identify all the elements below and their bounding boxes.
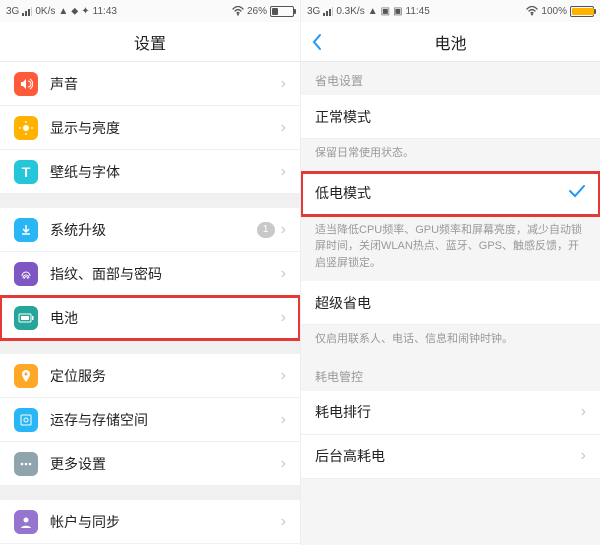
wifi-icon	[526, 6, 538, 16]
mode-normal-label: 正常模式	[315, 107, 586, 127]
chevron-right-icon: ›	[281, 309, 286, 327]
chevron-right-icon: ›	[281, 119, 286, 137]
settings-row-label: 帐户与同步	[50, 512, 281, 532]
row-usage-rank-label: 耗电排行	[315, 402, 581, 422]
settings-row-9[interactable]: 帐户与同步›	[0, 500, 300, 544]
download-icon	[14, 218, 38, 242]
finger-icon	[14, 262, 38, 286]
chevron-right-icon: ›	[581, 403, 586, 421]
row-bg-usage-label: 后台高耗电	[315, 446, 581, 466]
section-gap	[0, 340, 300, 354]
network-label: 3G	[6, 6, 19, 17]
chevron-right-icon: ›	[281, 163, 286, 181]
settings-row-6[interactable]: 定位服务›	[0, 354, 300, 398]
speed-label: 0.3K/s	[336, 6, 364, 17]
chevron-right-icon: ›	[281, 455, 286, 473]
screenshot-icon: ▣	[381, 6, 390, 17]
settings-row-label: 电池	[50, 308, 281, 328]
settings-row-0[interactable]: 声音›	[0, 62, 300, 106]
battery-pct: 26%	[247, 6, 267, 17]
settings-row-label: 定位服务	[50, 366, 281, 386]
mode-super-row[interactable]: 超级省电	[301, 281, 600, 325]
chevron-right-icon: ›	[281, 75, 286, 93]
notif-icon: ⬥	[71, 6, 78, 17]
settings-row-2[interactable]: T 壁纸与字体›	[0, 150, 300, 194]
status-bar: 3G 0K/s ▲ ⬥ ✦ 11:43 26%	[0, 0, 300, 22]
mode-normal-desc: 保留日常使用状态。	[301, 139, 600, 172]
mode-normal-row[interactable]: 正常模式	[301, 95, 600, 139]
time-label: 11:43	[93, 6, 117, 17]
settings-row-1[interactable]: 显示与亮度›	[0, 106, 300, 150]
settings-row-7[interactable]: 运存与存储空间›	[0, 398, 300, 442]
settings-row-5[interactable]: 电池›	[0, 296, 300, 340]
settings-row-label: 声音	[50, 74, 281, 94]
wifi-icon	[232, 6, 244, 16]
battery-content[interactable]: 省电设置 正常模式 保留日常使用状态。 低电模式 适当降低CPU频率、GPU频率…	[301, 62, 600, 545]
settings-row-4[interactable]: 指纹、面部与密码›	[0, 252, 300, 296]
T-icon: T	[14, 160, 38, 184]
debug-icon: ✦	[81, 6, 89, 17]
speaker-icon	[14, 72, 38, 96]
chevron-right-icon: ›	[281, 367, 286, 385]
user-icon	[14, 510, 38, 534]
battery-icon	[270, 6, 294, 17]
settings-row-label: 指纹、面部与密码	[50, 264, 281, 284]
section-gap	[0, 194, 300, 208]
dots-icon	[14, 452, 38, 476]
row-usage-rank[interactable]: 耗电排行 ›	[301, 391, 600, 435]
section-usage: 耗电管控	[301, 358, 600, 391]
settings-row-8[interactable]: 更多设置›	[0, 442, 300, 486]
pin-icon	[14, 364, 38, 388]
time-label: 11:45	[406, 6, 430, 17]
mode-low-desc: 适当降低CPU频率、GPU频率和屏幕亮度，减少自动锁屏时间，关闭WLAN热点、蓝…	[301, 216, 600, 282]
battery-screen: 3G 0.3K/s ▲ ▣ ▣ 11:45 100% 电池 省电设置	[300, 0, 600, 545]
back-button[interactable]	[311, 22, 323, 62]
mode-super-label: 超级省电	[315, 293, 586, 313]
battery-pct: 100%	[541, 6, 567, 17]
section-power-saving: 省电设置	[301, 62, 600, 95]
disk-icon	[14, 408, 38, 432]
settings-row-label: 更多设置	[50, 454, 281, 474]
settings-screen: 3G 0K/s ▲ ⬥ ✦ 11:43 26% 设置 声音›显示与亮度›T壁纸与…	[0, 0, 300, 545]
network-label: 3G	[307, 6, 320, 17]
sun-icon	[14, 116, 38, 140]
mode-super-desc: 仅启用联系人、电话、信息和闹钟时钟。	[301, 325, 600, 358]
mode-low-row[interactable]: 低电模式	[301, 172, 600, 216]
battery-icon	[570, 6, 594, 17]
nav-bar: 设置	[0, 22, 300, 62]
page-title: 电池	[434, 30, 466, 54]
chevron-right-icon: ›	[281, 513, 286, 531]
signal-icon	[22, 6, 32, 16]
section-gap	[0, 486, 300, 500]
settings-list[interactable]: 声音›显示与亮度›T壁纸与字体›系统升级1›指纹、面部与密码›电池›定位服务›运…	[0, 62, 300, 545]
settings-row-label: 显示与亮度	[50, 118, 281, 138]
settings-row-label: 系统升级	[50, 220, 257, 240]
chevron-right-icon: ›	[281, 411, 286, 429]
mode-low-label: 低电模式	[315, 183, 568, 203]
warning-icon: ▲	[368, 6, 378, 17]
settings-row-3[interactable]: 系统升级1 ›	[0, 208, 300, 252]
battery-icon	[14, 306, 38, 330]
status-bar: 3G 0.3K/s ▲ ▣ ▣ 11:45 100%	[301, 0, 600, 22]
nav-bar: 电池	[301, 22, 600, 62]
check-icon	[568, 184, 586, 203]
row-bg-usage[interactable]: 后台高耗电 ›	[301, 435, 600, 479]
warning-icon: ▲	[58, 6, 68, 17]
chevron-right-icon: ›	[581, 447, 586, 465]
debug-icon: ▣	[393, 6, 402, 17]
speed-label: 0K/s	[35, 6, 55, 17]
signal-icon	[323, 6, 333, 16]
settings-row-label: 运存与存储空间	[50, 410, 281, 430]
chevron-right-icon: ›	[281, 265, 286, 283]
page-title: 设置	[134, 30, 166, 54]
settings-row-label: 壁纸与字体	[50, 162, 281, 182]
chevron-right-icon: ›	[281, 221, 286, 239]
update-badge: 1	[257, 222, 275, 238]
